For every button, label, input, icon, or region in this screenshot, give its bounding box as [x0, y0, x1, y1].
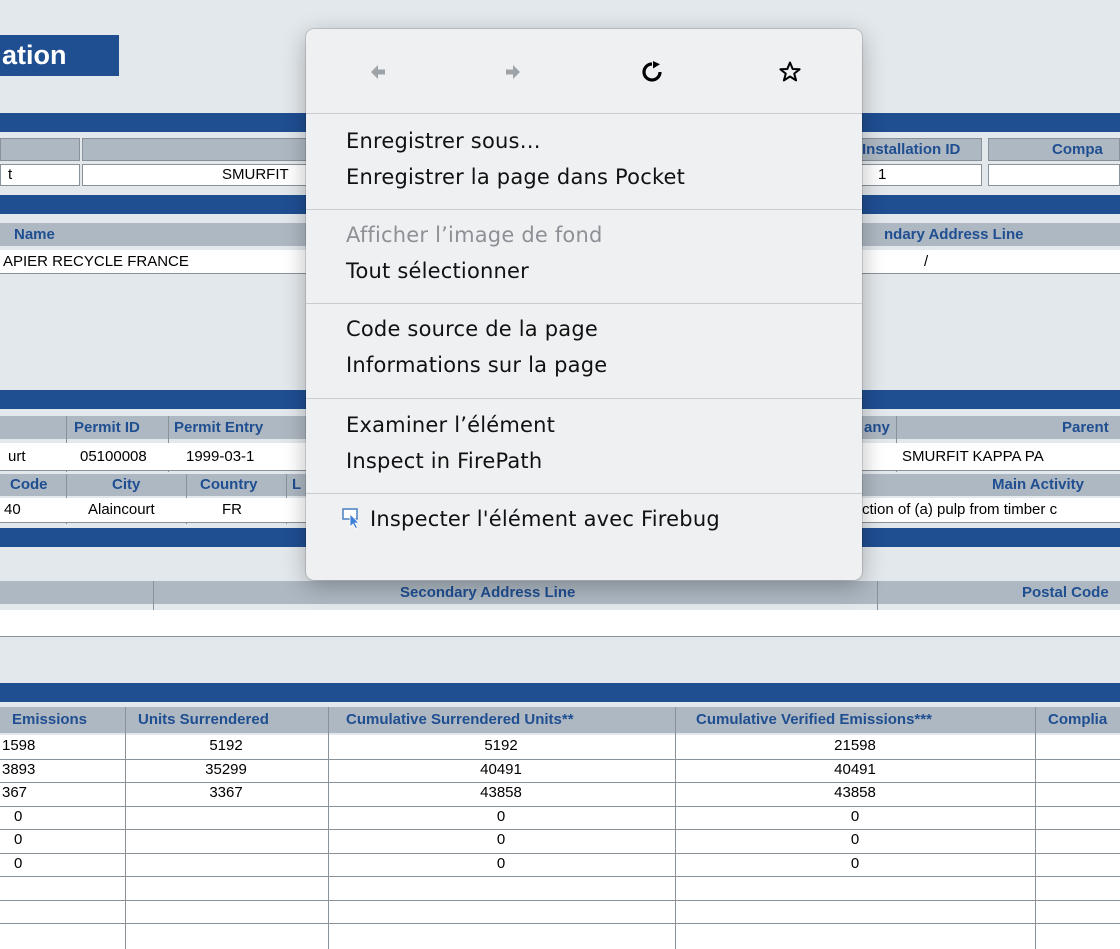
permit-entry-header: Permit Entry: [174, 419, 264, 436]
menu-item-select-all[interactable]: Tout sélectionner: [346, 259, 529, 283]
page-title: ation: [0, 35, 119, 76]
table-cell: 3893: [2, 760, 36, 778]
compliance-header: Complia: [1048, 711, 1108, 728]
city-header: City: [112, 476, 141, 493]
subsidiary-company-header: any: [864, 419, 890, 436]
menu-item-page-info[interactable]: Informations sur la page: [346, 353, 607, 377]
table-cell: 5192: [209, 737, 243, 754]
table-row-divider: [0, 923, 1120, 924]
arrow-right-icon: [506, 65, 520, 79]
table-cell: 40491: [834, 760, 876, 778]
country: FR: [222, 501, 242, 518]
table-row-divider: [0, 876, 1120, 877]
menu-item-save-pocket[interactable]: Enregistrer la page dans Pocket: [346, 165, 685, 189]
cell-text: t: [8, 166, 13, 183]
table-cell: 367: [2, 784, 28, 801]
secondary-address-value: /: [924, 253, 929, 270]
context-menu: Enregistrer sous… Enregistrer la page da…: [306, 29, 862, 580]
section-bar: [0, 683, 1120, 702]
menu-item-inspect-firebug[interactable]: Inspecter l'élément avec Firebug: [370, 507, 720, 531]
country-header: Country: [200, 476, 258, 493]
menu-item-view-background-image: Afficher l’image de fond: [346, 223, 603, 247]
main-activity: ction of (a) pulp from timber c: [862, 501, 1058, 518]
account-holder-name: APIER RECYCLE FRANCE: [3, 253, 189, 270]
cell: [988, 164, 1120, 186]
parent-company: SMURFIT KAPPA PA: [902, 448, 1044, 465]
header-cell: [0, 138, 80, 161]
menu-item-save-as[interactable]: Enregistrer sous…: [346, 129, 541, 153]
secondary-address-line-header: Secondary Address Line: [400, 584, 576, 601]
units-surrendered-header: Units Surrendered: [138, 711, 269, 728]
back-button[interactable]: [358, 55, 398, 89]
menu-separator: [306, 493, 862, 494]
table-cell: 5192: [484, 737, 518, 754]
menu-separator: [306, 113, 862, 114]
compliance-table: Emissions Units Surrendered Cumulative S…: [0, 707, 1120, 949]
company-header: Compa: [1052, 141, 1103, 158]
table-cell: 0: [496, 831, 506, 848]
emissions-header: Emissions: [12, 711, 88, 728]
table-cell: 0: [14, 831, 23, 848]
name-header: Name: [14, 226, 55, 243]
data-row: [0, 610, 1120, 637]
menu-separator: [306, 209, 862, 210]
city: Alaincourt: [88, 501, 155, 518]
divider: [125, 707, 126, 949]
table-cell: 0: [850, 854, 860, 872]
postal-code-header-2: Postal Code: [1022, 584, 1109, 601]
menu-item-inspect-firepath[interactable]: Inspect in FirePath: [346, 449, 542, 473]
menu-item-inspect-element[interactable]: Examiner l’élément: [346, 413, 555, 437]
permit-entry-date: 1999-03-1: [186, 448, 255, 465]
table-row-divider: [0, 758, 1120, 760]
reload-button[interactable]: [632, 55, 672, 89]
divider: [328, 707, 329, 949]
installation-id: 1: [878, 166, 887, 183]
table-cell: 0: [14, 854, 23, 872]
table-cell: 21598: [834, 737, 876, 754]
parent-company-header: Parent: [1062, 419, 1109, 436]
table-cell: 43858: [480, 784, 522, 801]
table-row-divider: [0, 829, 1120, 830]
table-row-divider: [0, 899, 1120, 901]
postal-code-header: Code: [10, 476, 48, 493]
table-cell: 3367: [209, 784, 243, 801]
table-row-divider: [0, 782, 1120, 783]
postal-code: 40: [4, 501, 21, 518]
secondary-address-header: ndary Address Line: [884, 226, 1024, 243]
permit-id-header: Permit ID: [74, 419, 140, 436]
table-cell: 0: [14, 807, 23, 825]
star-icon: [779, 61, 801, 82]
reload-icon: [642, 61, 662, 82]
table-cell: 1598: [2, 737, 36, 754]
table-cell: 0: [850, 831, 860, 848]
context-menu-nav: [306, 29, 862, 113]
menu-separator: [306, 398, 862, 399]
forward-button[interactable]: [493, 55, 533, 89]
permit-id: 05100008: [80, 448, 147, 465]
main-activity-header: Main Activity: [992, 476, 1084, 493]
installation-id-header: Installation ID: [862, 141, 961, 158]
menu-item-view-source[interactable]: Code source de la page: [346, 317, 598, 341]
table-cell: 43858: [834, 784, 876, 801]
bookmark-button[interactable]: [770, 55, 810, 89]
divider: [1035, 707, 1036, 949]
permit-city: urt: [8, 448, 26, 465]
table-row-divider: [0, 805, 1120, 807]
cumulative-surrendered-header: Cumulative Surrendered Units**: [346, 711, 574, 728]
menu-separator: [306, 303, 862, 304]
firebug-inspect-icon: [342, 508, 360, 529]
table-cell: 35299: [205, 760, 247, 778]
table-cell: 0: [496, 854, 506, 872]
cumulative-verified-header: Cumulative Verified Emissions***: [696, 711, 932, 728]
latitude-header: L: [292, 476, 302, 493]
table-row-divider: [0, 852, 1120, 854]
table-cell: 40491: [480, 760, 522, 778]
divider: [675, 707, 676, 949]
installation-name: SMURFIT: [222, 166, 289, 183]
arrow-left-icon: [371, 65, 385, 79]
table-body: [0, 735, 1120, 949]
table-cell: 0: [496, 807, 506, 825]
table-cell: 0: [850, 807, 860, 825]
